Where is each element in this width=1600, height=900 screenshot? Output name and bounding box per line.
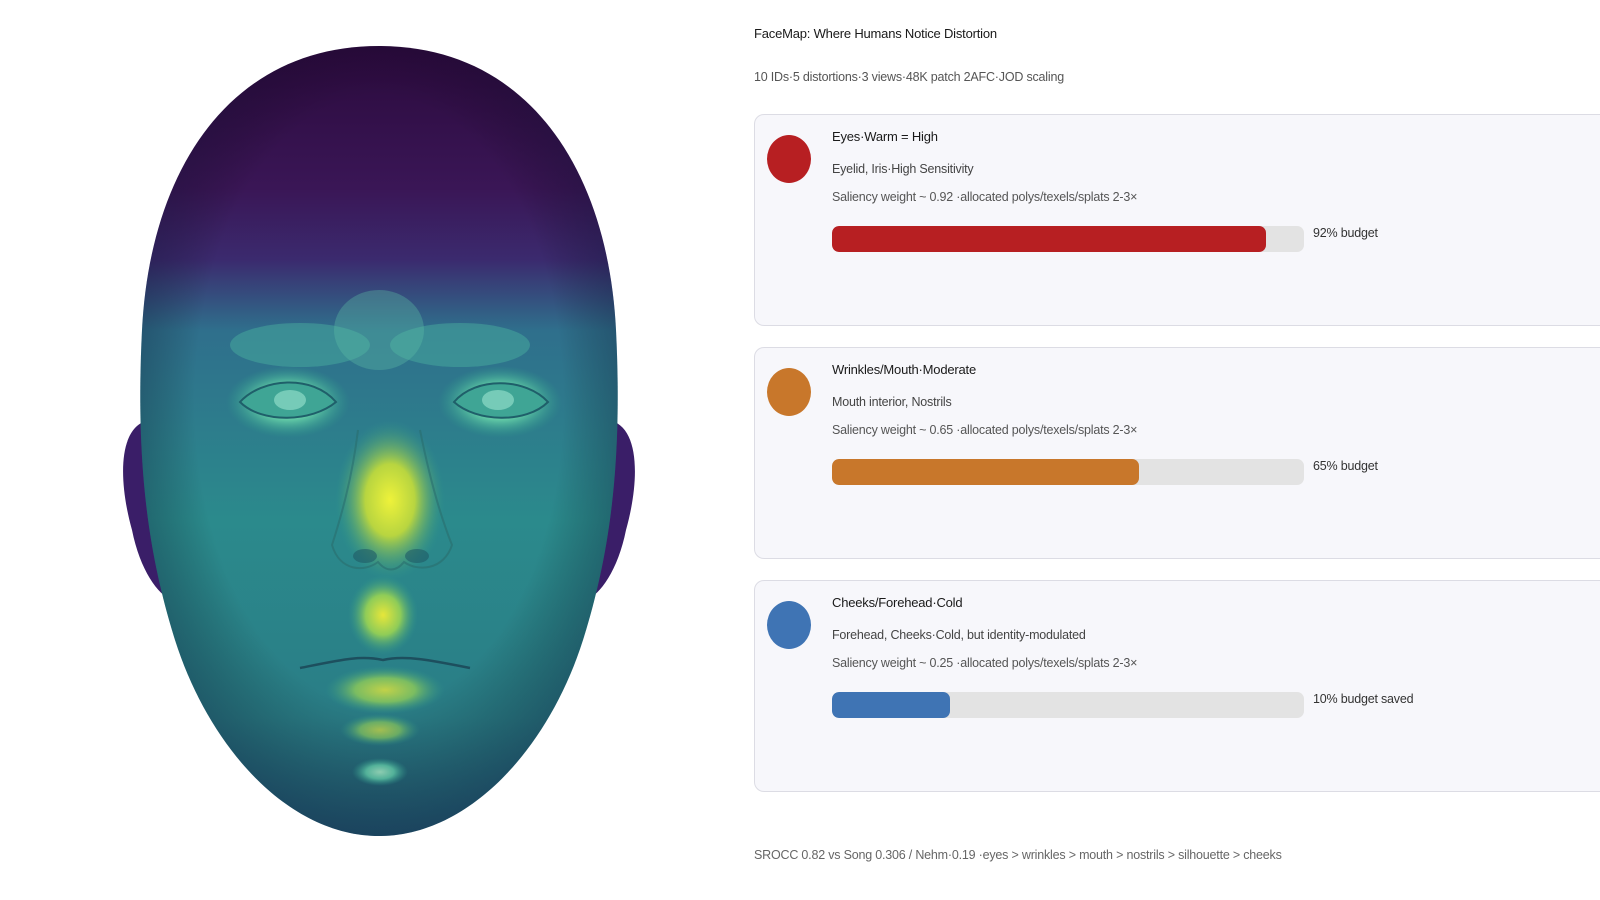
- card-title: Cheeks/Forehead·Cold: [832, 595, 963, 610]
- budget-bar-track: [832, 459, 1304, 485]
- card-weight: Saliency weight ~ 0.25 ·allocated polys/…: [832, 656, 1138, 670]
- card-weight: Saliency weight ~ 0.65 ·allocated polys/…: [832, 423, 1138, 437]
- budget-label: 10% budget saved: [1313, 692, 1414, 706]
- page-subtitle: 10 IDs·5 distortions·3 views·48K patch 2…: [754, 70, 1064, 84]
- saliency-card-wrinkles-mouth: Wrinkles/Mouth·Moderate Mouth interior, …: [754, 347, 1600, 559]
- footer-note: SROCC 0.82 vs Song 0.306 / Nehm·0.19 ·ey…: [754, 848, 1282, 862]
- face-heatmap-icon: [123, 46, 635, 836]
- saliency-card-cheeks-forehead: Cheeks/Forehead·Cold Forehead, Cheeks·Co…: [754, 580, 1600, 792]
- color-dot-icon: [767, 135, 811, 183]
- saliency-card-eyes: Eyes·Warm = High Eyelid, Iris·High Sensi…: [754, 114, 1600, 326]
- color-dot-icon: [767, 368, 811, 416]
- color-dot-icon: [767, 601, 811, 649]
- budget-bar-track: [832, 692, 1304, 718]
- card-weight: Saliency weight ~ 0.92 ·allocated polys/…: [832, 190, 1138, 204]
- card-regions: Mouth interior, Nostrils: [832, 395, 952, 409]
- card-regions: Forehead, Cheeks·Cold, but identity-modu…: [832, 628, 1086, 642]
- card-regions: Eyelid, Iris·High Sensitivity: [832, 162, 974, 176]
- budget-bar-track: [832, 226, 1304, 252]
- card-title: Wrinkles/Mouth·Moderate: [832, 362, 976, 377]
- budget-bar-fill: [832, 692, 950, 718]
- budget-bar-fill: [832, 226, 1267, 252]
- budget-label: 65% budget: [1313, 459, 1378, 473]
- facemap-page: FaceMap: Where Humans Notice Distortion …: [0, 0, 1600, 900]
- card-title: Eyes·Warm = High: [832, 129, 938, 144]
- budget-label: 92% budget: [1313, 226, 1378, 240]
- face-heatmap-image: [0, 0, 760, 900]
- page-title: FaceMap: Where Humans Notice Distortion: [754, 26, 997, 41]
- budget-bar-fill: [832, 459, 1139, 485]
- info-panel: FaceMap: Where Humans Notice Distortion …: [754, 0, 1600, 900]
